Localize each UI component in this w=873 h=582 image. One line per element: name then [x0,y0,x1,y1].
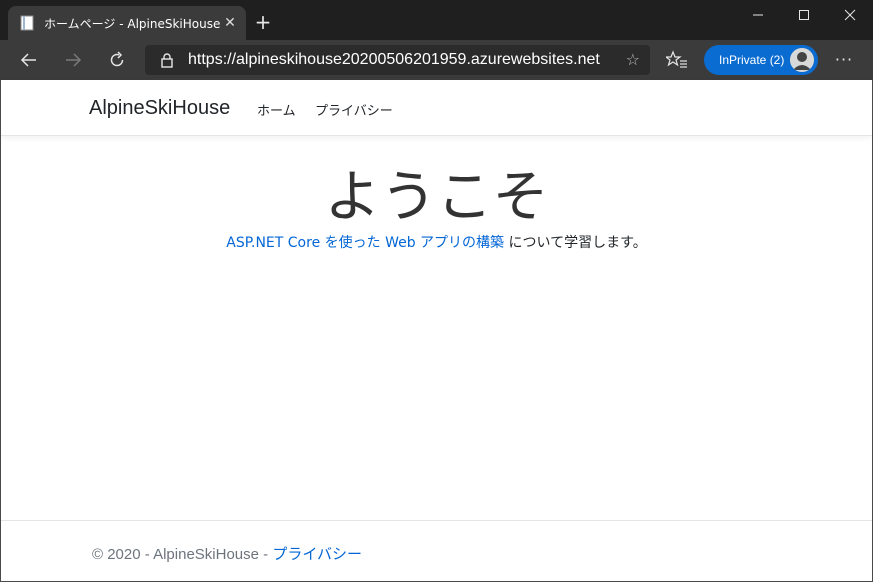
favorites-icon[interactable] [666,50,688,70]
site-navbar: AlpineSkiHouse ホーム プライバシー [1,80,872,136]
forward-icon[interactable] [58,46,88,74]
lock-icon[interactable] [159,52,175,68]
minimize-icon[interactable] [735,0,781,30]
nav-link-privacy[interactable]: プライバシー [315,100,393,119]
url-text[interactable]: https://alpineskihouse20200506201959.azu… [188,51,600,69]
page-heading: ようこそ [324,165,549,230]
site-brand[interactable]: AlpineSkiHouse [89,97,230,120]
footer-privacy-link[interactable]: プライバシー [272,546,362,563]
favorite-star-icon[interactable]: ☆ [626,50,640,69]
inprivate-label: InPrivate (2) [719,53,785,67]
tab-title: ホームページ - AlpineSkiHouse [44,17,221,31]
refresh-icon[interactable] [102,46,132,74]
browser-toolbar: https://alpineskihouse20200506201959.azu… [0,40,873,80]
lead-suffix: について学習します。 [504,235,647,251]
copyright-text: © 2020 - AlpineSkiHouse - [92,546,273,563]
page-icon [20,15,34,31]
browser-tab[interactable]: ホームページ - AlpineSkiHouse ✕ [8,6,246,40]
new-tab-icon[interactable]: + [252,12,274,34]
inprivate-button[interactable]: InPrivate (2) [704,45,818,75]
address-bar[interactable]: https://alpineskihouse20200506201959.azu… [145,45,650,75]
web-page: AlpineSkiHouse ホーム プライバシー ようこそ ASP.NET C… [1,80,872,581]
footer-text: © 2020 - AlpineSkiHouse - プライバシー [92,543,362,564]
close-window-icon[interactable] [827,0,873,30]
nav-link-home[interactable]: ホーム [257,100,296,119]
browser-titlebar: ホームページ - AlpineSkiHouse ✕ + [0,0,873,40]
lead-paragraph: ASP.NET Core を使った Web アプリの構築 について学習します。 [1,232,872,252]
aspnet-core-link[interactable]: ASP.NET Core を使った Web アプリの構築 [226,235,504,251]
avatar [790,48,814,72]
back-icon[interactable] [14,46,44,74]
maximize-icon[interactable] [781,0,827,30]
close-tab-icon[interactable]: ✕ [220,13,240,33]
more-options-icon[interactable]: ··· [832,50,856,70]
site-footer: © 2020 - AlpineSkiHouse - プライバシー [1,520,872,581]
